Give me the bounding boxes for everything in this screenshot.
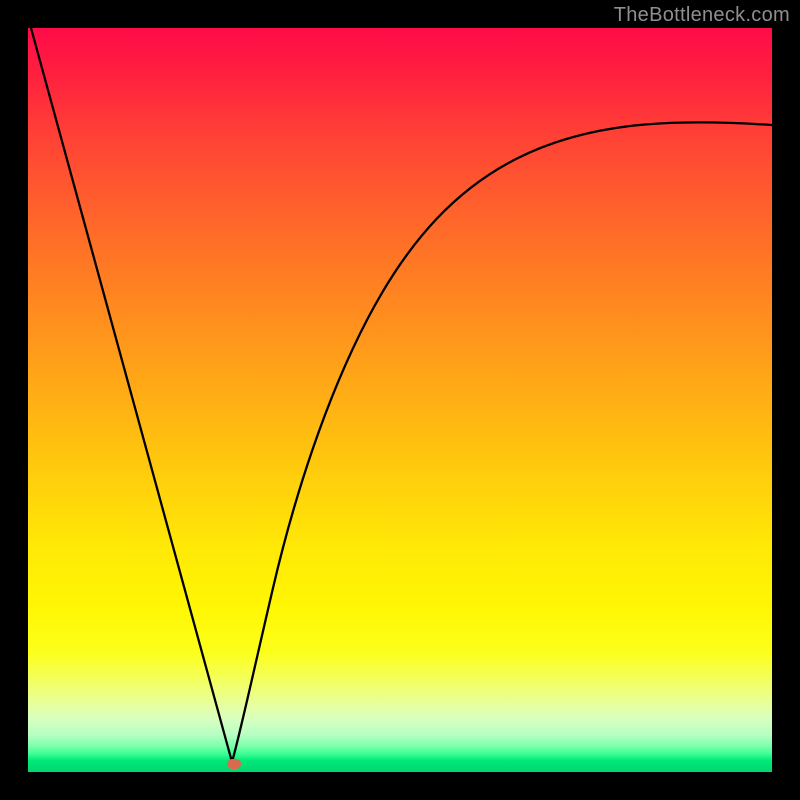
curve-right-branch [232,122,772,762]
plot-area [28,28,772,772]
chart-svg [28,28,772,772]
chart-frame: TheBottleneck.com [0,0,800,800]
watermark-text: TheBottleneck.com [614,4,790,27]
minimum-marker [227,759,241,769]
curve-left-branch [31,28,232,762]
bottleneck-curve [31,28,772,762]
